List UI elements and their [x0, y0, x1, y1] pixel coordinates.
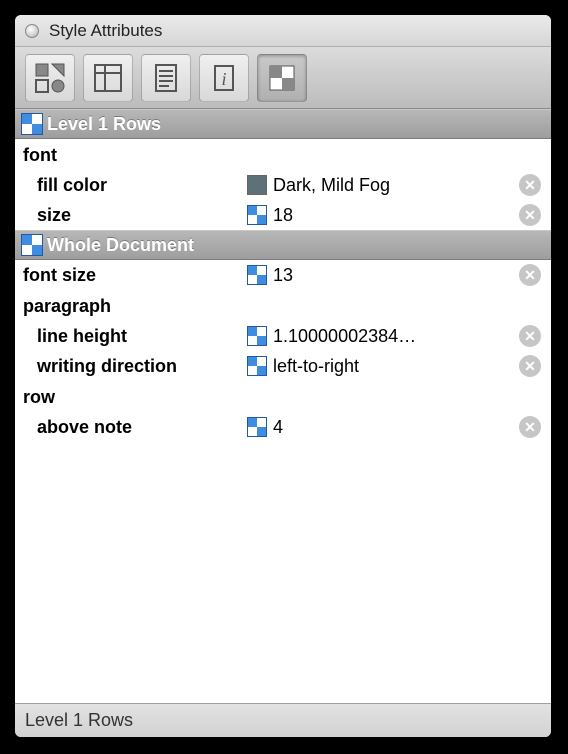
- attr-value: 4: [273, 417, 519, 438]
- toolbar-styles-button[interactable]: [257, 54, 307, 102]
- attr-name: fill color: [37, 175, 247, 196]
- delete-icon[interactable]: ✕: [519, 174, 541, 196]
- checker-icon: [21, 113, 43, 135]
- attr-row-writing-direction[interactable]: writing direction left-to-right ✕: [15, 351, 551, 381]
- group-label-paragraph: paragraph: [15, 290, 551, 321]
- toolbar-page-button[interactable]: [141, 54, 191, 102]
- checker-icon: [247, 356, 267, 376]
- toolbar-layout-button[interactable]: [25, 54, 75, 102]
- attr-name: line height: [37, 326, 247, 347]
- section-title: Level 1 Rows: [47, 114, 161, 135]
- attr-value: left-to-right: [273, 356, 519, 377]
- columns-icon: [93, 63, 123, 93]
- delete-icon[interactable]: ✕: [519, 204, 541, 226]
- delete-icon[interactable]: ✕: [519, 355, 541, 377]
- styles-icon: [267, 63, 297, 93]
- attr-row-fill-color[interactable]: fill color Dark, Mild Fog ✕: [15, 170, 551, 200]
- group-label-row: row: [15, 381, 551, 412]
- status-bar: Level 1 Rows: [15, 703, 551, 737]
- layout-icon: [35, 63, 65, 93]
- attr-name: writing direction: [37, 356, 247, 377]
- checker-icon: [21, 234, 43, 256]
- svg-text:i: i: [221, 69, 226, 89]
- checker-icon: [247, 205, 267, 225]
- delete-icon[interactable]: ✕: [519, 416, 541, 438]
- section-header-level1rows[interactable]: Level 1 Rows: [15, 109, 551, 139]
- section-title: Whole Document: [47, 235, 194, 256]
- checker-icon: [247, 326, 267, 346]
- attr-row-line-height[interactable]: line height 1.10000002384… ✕: [15, 321, 551, 351]
- status-text: Level 1 Rows: [25, 710, 133, 731]
- attr-row-size[interactable]: size 18 ✕: [15, 200, 551, 230]
- checker-icon: [247, 265, 267, 285]
- toolbar: i: [15, 47, 551, 109]
- color-swatch[interactable]: [247, 175, 267, 195]
- group-label-font: font: [15, 139, 551, 170]
- titlebar[interactable]: Style Attributes: [15, 15, 551, 47]
- delete-icon[interactable]: ✕: [519, 264, 541, 286]
- attr-name: font size: [23, 265, 247, 286]
- close-icon[interactable]: [25, 24, 39, 38]
- attr-value: Dark, Mild Fog: [273, 175, 519, 196]
- attr-value: 13: [273, 265, 519, 286]
- attr-row-font-size[interactable]: font size 13 ✕: [15, 260, 551, 290]
- attr-name: above note: [37, 417, 247, 438]
- page-icon: [151, 63, 181, 93]
- attr-value: 18: [273, 205, 519, 226]
- checker-icon: [247, 417, 267, 437]
- toolbar-info-button[interactable]: i: [199, 54, 249, 102]
- inspector-window: Style Attributes: [15, 15, 551, 737]
- attr-name: size: [37, 205, 247, 226]
- attr-row-above-note[interactable]: above note 4 ✕: [15, 412, 551, 442]
- toolbar-columns-button[interactable]: [83, 54, 133, 102]
- info-icon: i: [209, 63, 239, 93]
- attr-value: 1.10000002384…: [273, 326, 519, 347]
- window-title: Style Attributes: [49, 21, 162, 41]
- attributes-content: Level 1 Rows font fill color Dark, Mild …: [15, 109, 551, 703]
- section-header-whole-document[interactable]: Whole Document: [15, 230, 551, 260]
- delete-icon[interactable]: ✕: [519, 325, 541, 347]
